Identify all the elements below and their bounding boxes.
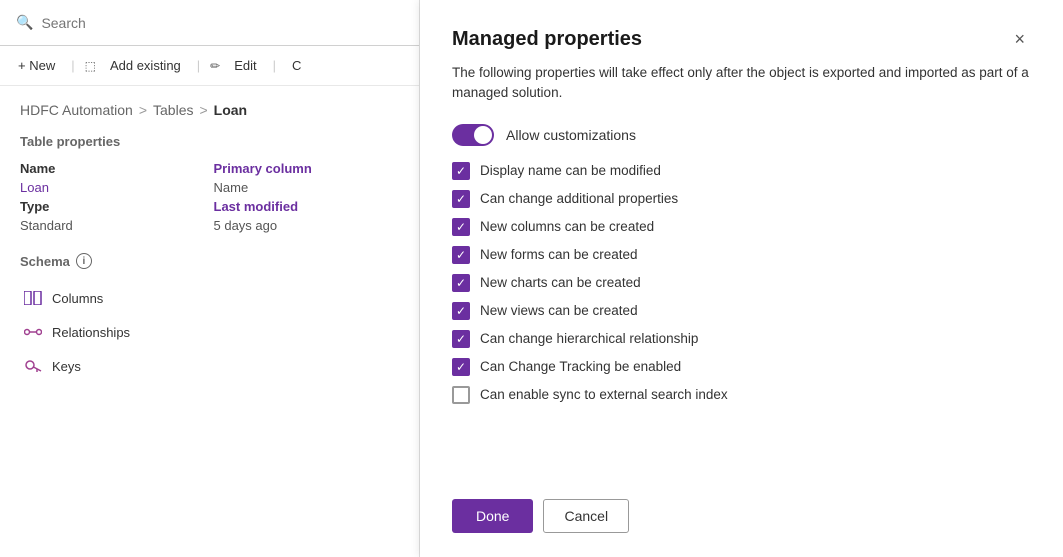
checkbox-label-8: Can enable sync to external search index (480, 387, 728, 402)
checkbox-4[interactable]: ✓ (452, 274, 470, 292)
breadcrumb-part1[interactable]: HDFC Automation (20, 102, 133, 118)
new-button[interactable]: + New (12, 54, 61, 77)
checkbox-3[interactable]: ✓ (452, 246, 470, 264)
checkbox-6[interactable]: ✓ (452, 330, 470, 348)
checkbox-2[interactable]: ✓ (452, 218, 470, 236)
breadcrumb-sep2: > (199, 102, 207, 118)
allow-customizations-toggle[interactable] (452, 124, 494, 146)
toolbar: + New | ⬚ Add existing | ✏ Edit | C (0, 46, 419, 86)
close-button[interactable]: × (1008, 28, 1031, 50)
last-modified-label: Last modified (214, 199, 400, 214)
type-label: Type (20, 199, 206, 214)
breadcrumb-current: Loan (214, 102, 247, 118)
checkbox-label-7: Can Change Tracking be enabled (480, 359, 681, 374)
edit-button[interactable]: Edit (228, 54, 262, 77)
edit-icon: ✏ (210, 59, 220, 73)
checkbox-item-7: ✓ Can Change Tracking be enabled (452, 358, 1031, 376)
checkbox-item-1: ✓ Can change additional properties (452, 190, 1031, 208)
keys-label: Keys (52, 359, 81, 374)
breadcrumb: HDFC Automation > Tables > Loan (20, 102, 399, 118)
schema-section: Schema i Columns Relationships (20, 253, 399, 383)
checkbox-item-3: ✓ New forms can be created (452, 246, 1031, 264)
checkbox-label-4: New charts can be created (480, 275, 641, 290)
primary-column-label: Primary column (214, 161, 400, 176)
modal-footer: Done Cancel (452, 487, 1031, 533)
table-properties-title: Table properties (20, 134, 399, 149)
checkbox-0[interactable]: ✓ (452, 162, 470, 180)
last-modified-value: 5 days ago (214, 218, 400, 233)
schema-item-columns[interactable]: Columns (20, 281, 399, 315)
checkbox-label-2: New columns can be created (480, 219, 654, 234)
checkbox-8[interactable] (452, 386, 470, 404)
allow-customizations-toggle-row: Allow customizations (452, 124, 1031, 146)
allow-customizations-label: Allow customizations (506, 127, 636, 143)
cancel-button[interactable]: Cancel (543, 499, 629, 533)
schema-item-keys[interactable]: Keys (20, 349, 399, 383)
breadcrumb-sep1: > (139, 102, 147, 118)
checkbox-item-4: ✓ New charts can be created (452, 274, 1031, 292)
checkbox-label-6: Can change hierarchical relationship (480, 331, 698, 346)
checkbox-item-0: ✓ Display name can be modified (452, 162, 1031, 180)
checkbox-5[interactable]: ✓ (452, 302, 470, 320)
checkbox-7[interactable]: ✓ (452, 358, 470, 376)
checkbox-label-1: Can change additional properties (480, 191, 678, 206)
checkbox-item-2: ✓ New columns can be created (452, 218, 1031, 236)
add-existing-icon: ⬚ (85, 59, 96, 73)
checkbox-1[interactable]: ✓ (452, 190, 470, 208)
checkbox-label-3: New forms can be created (480, 247, 638, 262)
search-bar: 🔍 (0, 0, 419, 46)
checkbox-label-5: New views can be created (480, 303, 638, 318)
search-input[interactable] (41, 15, 403, 31)
checkbox-item-8: Can enable sync to external search index (452, 386, 1031, 404)
modal-title: Managed properties (452, 28, 642, 51)
type-value: Standard (20, 218, 206, 233)
modal-header: Managed properties × (452, 28, 1031, 51)
primary-column-value: Name (214, 180, 400, 195)
schema-title: Schema i (20, 253, 399, 269)
search-icon: 🔍 (16, 14, 33, 31)
breadcrumb-part2[interactable]: Tables (153, 102, 193, 118)
schema-item-relationships[interactable]: Relationships (20, 315, 399, 349)
columns-label: Columns (52, 291, 103, 306)
managed-properties-modal: Managed properties × The following prope… (420, 0, 1063, 557)
checkbox-item-5: ✓ New views can be created (452, 302, 1031, 320)
table-properties-grid: Name Primary column Loan Name Type Last … (20, 161, 399, 233)
modal-description: The following properties will take effec… (452, 63, 1031, 104)
left-panel: 🔍 + New | ⬚ Add existing | ✏ Edit | C HD… (0, 0, 420, 557)
add-existing-button[interactable]: Add existing (104, 54, 187, 77)
relationships-label: Relationships (52, 325, 130, 340)
columns-icon (24, 289, 42, 307)
name-label: Name (20, 161, 206, 176)
checkbox-label-0: Display name can be modified (480, 163, 661, 178)
more-button[interactable]: C (286, 54, 307, 77)
name-value[interactable]: Loan (20, 180, 206, 195)
checkbox-item-6: ✓ Can change hierarchical relationship (452, 330, 1031, 348)
schema-info-icon[interactable]: i (76, 253, 92, 269)
checkbox-list: ✓ Display name can be modified ✓ Can change… (452, 162, 1031, 468)
main-content: HDFC Automation > Tables > Loan Table pr… (0, 86, 419, 557)
keys-icon (24, 357, 42, 375)
right-panel: Managed properties × The following prope… (420, 0, 1063, 557)
done-button[interactable]: Done (452, 499, 533, 533)
relationships-icon (24, 323, 42, 341)
